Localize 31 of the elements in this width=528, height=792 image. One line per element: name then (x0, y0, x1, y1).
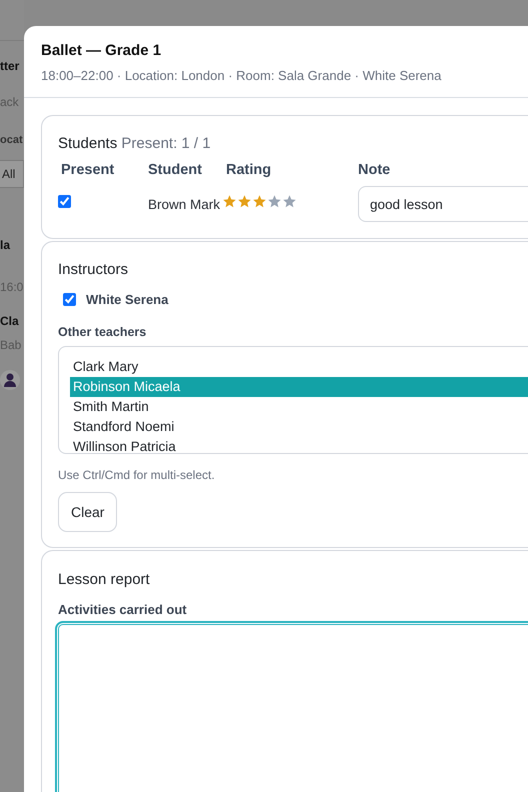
present-count: Present: 1 / 1 (121, 135, 211, 152)
dialog-title: Ballet — Grade 1 (41, 42, 162, 59)
heading-text: Cla (0, 314, 20, 328)
present-checkbox[interactable] (58, 195, 71, 208)
activities-field[interactable] (55, 621, 528, 792)
teacher-option[interactable]: Standford Noemi (70, 417, 528, 437)
column-header: Rating (226, 161, 272, 180)
column-header: Present (61, 161, 114, 180)
clear-button[interactable]: Clear (58, 492, 118, 532)
teacher-option[interactable]: Smith Martin (70, 397, 528, 417)
instructor-name: White Serena (86, 292, 168, 307)
teacher-option[interactable]: Willinson Patricia (70, 437, 528, 453)
heading-text: la (0, 238, 12, 252)
instructor-checkbox[interactable] (63, 293, 76, 306)
hint-text: Use Ctrl/Cmd for multi-select. (58, 468, 215, 482)
field-label: Other teachers (58, 325, 146, 339)
field-label: Activities carried out (58, 602, 187, 617)
teacher-option[interactable]: Clark Mary (70, 357, 528, 377)
column-header: Note (358, 161, 390, 180)
student-name: Brown Mark (148, 196, 220, 212)
note-field[interactable]: good lesson (358, 186, 528, 222)
field-label: ocat (0, 134, 24, 146)
section-title: Lesson report (58, 571, 151, 588)
heading-text: tter (0, 59, 20, 73)
filter-field[interactable]: All (0, 160, 24, 188)
section-title: Instructors (58, 261, 130, 278)
avatar-icon (0, 370, 20, 390)
dialog-subtitle: 18:00–22:00 · Location: London · Room: Sala Grande · White Serena (41, 68, 442, 83)
column-header: Student (148, 161, 202, 180)
teacher-list[interactable]: Clark Mary Robinson Micaela Smith Martin Standford Noemi Willinson Patricia (58, 346, 528, 454)
section-title: Students (58, 135, 118, 152)
